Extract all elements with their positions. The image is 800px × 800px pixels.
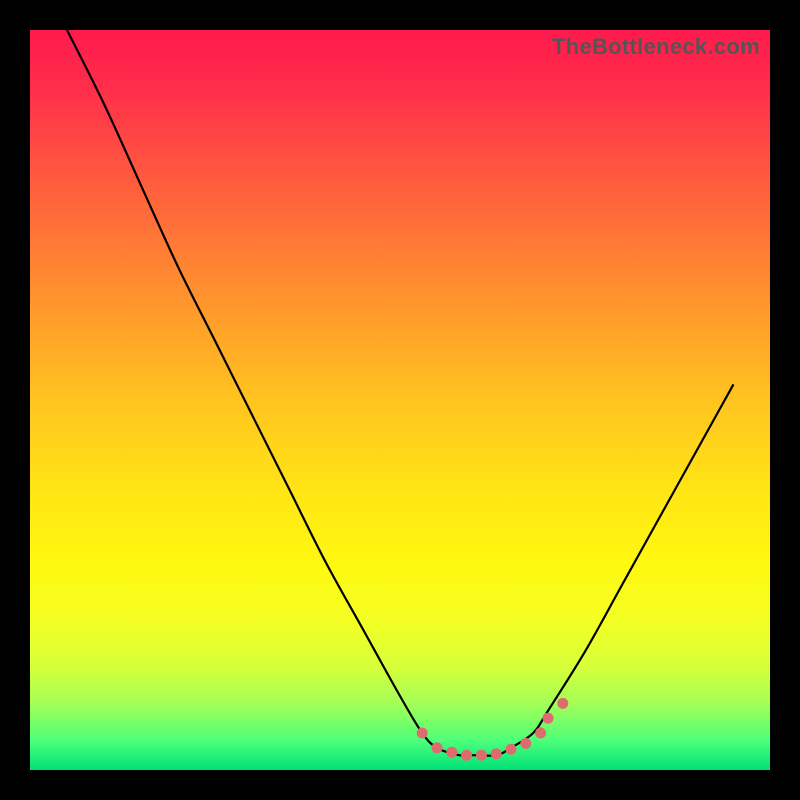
marker-dot	[543, 713, 554, 724]
marker-dot	[506, 744, 517, 755]
highlighted-range	[417, 698, 569, 761]
marker-dot	[461, 750, 472, 761]
chart-frame: TheBottleneck.com	[30, 30, 770, 770]
marker-dot	[535, 728, 546, 739]
marker-dot	[417, 728, 428, 739]
watermark: TheBottleneck.com	[552, 34, 760, 60]
marker-dot	[557, 698, 568, 709]
marker-dot	[520, 738, 531, 749]
chart-overlay	[30, 30, 770, 770]
marker-dot	[432, 742, 443, 753]
bottleneck-curve	[67, 30, 733, 756]
marker-dot	[491, 748, 502, 759]
marker-dot	[476, 750, 487, 761]
marker-dot	[446, 747, 457, 758]
